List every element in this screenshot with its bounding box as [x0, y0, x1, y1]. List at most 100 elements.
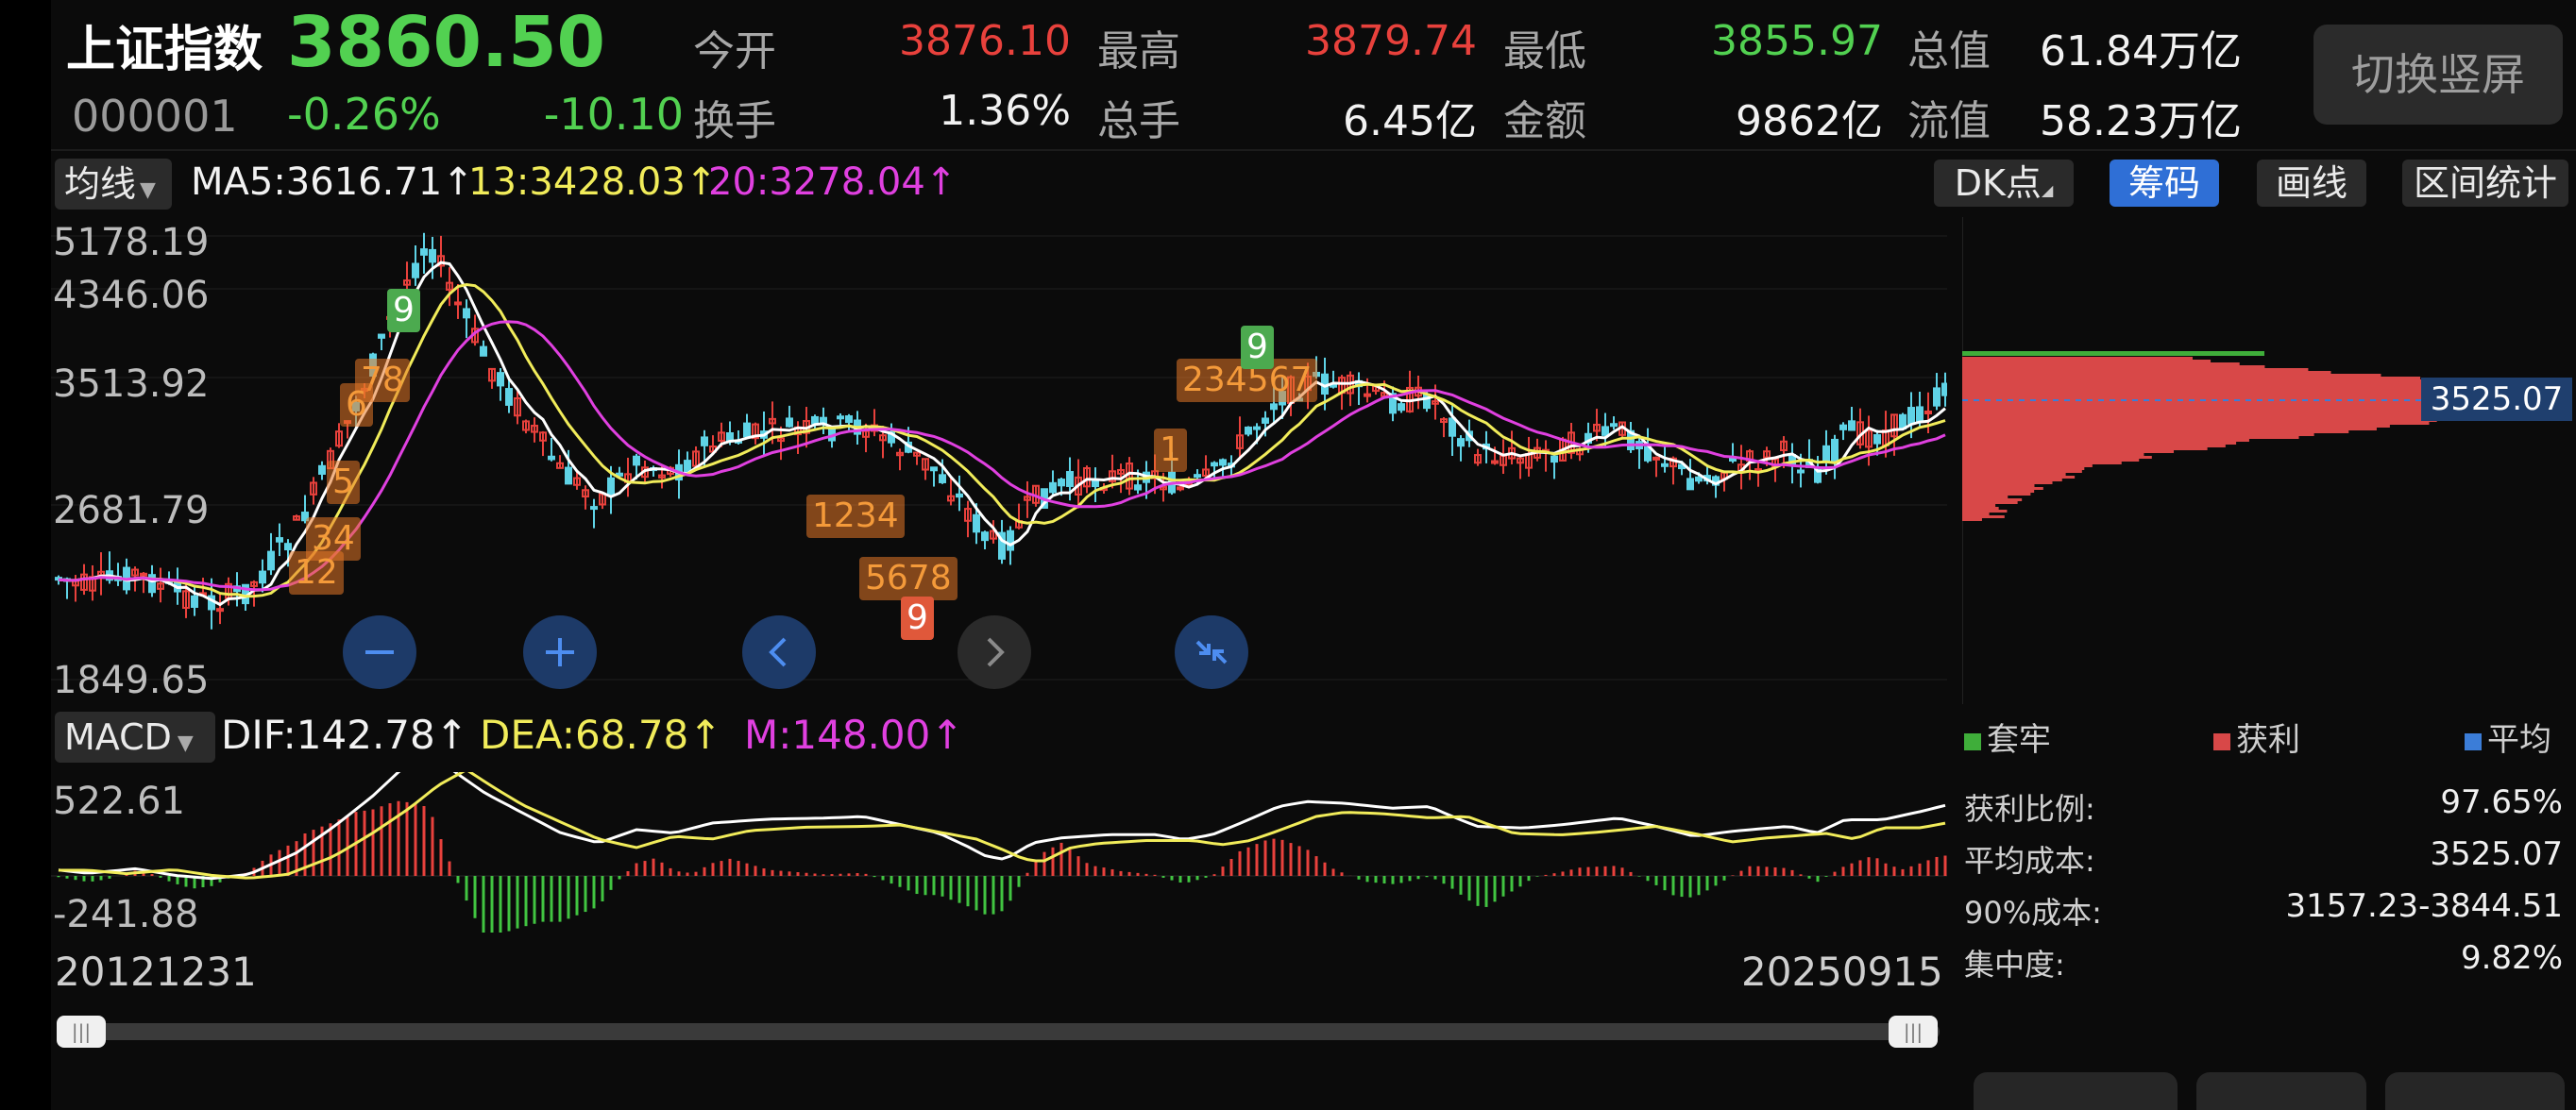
- candle-body: [1652, 456, 1660, 461]
- chip-profit-bar: [1962, 428, 2377, 430]
- index-code: 000001: [72, 91, 238, 142]
- dk-point-button[interactable]: DK点◢: [1934, 160, 2074, 207]
- candle-body: [386, 315, 394, 320]
- chip-profit-bar: [1962, 456, 2152, 459]
- candle-body: [1313, 371, 1320, 378]
- macd-indicator-label: MACD: [64, 716, 172, 758]
- switch-portrait-button[interactable]: 切换竖屏: [2313, 25, 2563, 125]
- range-stats-button[interactable]: 区间统计: [2402, 160, 2568, 207]
- collapse-button[interactable]: [1175, 615, 1248, 689]
- stat-value-turnover: 1.36%: [939, 87, 1071, 135]
- stat-value-high: 3879.74: [1305, 17, 1477, 65]
- chip-profit-bar: [1962, 442, 2237, 445]
- chip-profit-bar: [1962, 374, 2381, 377]
- candle-body: [701, 436, 708, 446]
- chip-profit-bar: [1962, 360, 2212, 362]
- bottom-button-partial[interactable]: [2385, 1072, 2565, 1110]
- chip-profit-bar: [1962, 385, 2484, 388]
- candle-body: [1253, 426, 1261, 430]
- candle-body: [590, 506, 598, 511]
- candle-body: [1602, 426, 1609, 436]
- candle-body: [1457, 438, 1465, 447]
- candle-body: [344, 420, 351, 425]
- bottom-button-partial[interactable]: [2196, 1072, 2366, 1110]
- stat-label-volume: 总手: [1097, 97, 1180, 145]
- ma-indicator-label: 均线: [64, 163, 137, 205]
- macd-axis-label: -241.88: [53, 893, 199, 936]
- index-name: 上证指数: [66, 22, 263, 78]
- price-axis-label: 1849.65: [53, 659, 210, 702]
- scrollbar-left-handle[interactable]: |||: [57, 1016, 106, 1048]
- candle-body: [1839, 424, 1847, 430]
- candle-body: [633, 455, 640, 466]
- green-square-icon: [1964, 733, 1981, 750]
- chip-profit-bar: [1962, 498, 2023, 501]
- candle-body: [1134, 484, 1142, 491]
- candle-body: [1822, 445, 1830, 462]
- chip-button[interactable]: 筹码: [2110, 160, 2219, 207]
- ma-indicator-select[interactable]: 均线 ▼: [55, 159, 172, 210]
- stat-value-open: 3876.10: [899, 17, 1071, 65]
- candle-body: [505, 388, 513, 406]
- pan-left-button[interactable]: [742, 615, 816, 689]
- candle-body: [191, 595, 198, 608]
- blue-square-icon: [2465, 733, 2482, 750]
- candle-body: [1610, 423, 1618, 428]
- chip-profit-bar: [1962, 413, 2493, 416]
- chip-price-label: 3525.07: [2421, 378, 2572, 421]
- macd-axis-label: 522.61: [53, 780, 185, 823]
- candle-body: [1262, 417, 1269, 424]
- candle-body: [726, 431, 734, 442]
- candle-body: [140, 572, 147, 577]
- start-date: 20121231: [55, 949, 257, 995]
- range-scrollbar[interactable]: [60, 1023, 1940, 1040]
- chip-profit-bar: [1962, 501, 2018, 504]
- candle-body: [1364, 393, 1371, 397]
- stat-label-low: 最低: [1503, 27, 1586, 76]
- zoom-in-button[interactable]: [523, 615, 597, 689]
- chip-profit-bar: [1962, 513, 1990, 515]
- candle-body: [1219, 459, 1227, 466]
- candle-body: [1066, 471, 1074, 487]
- chip-profit-bar: [1962, 490, 2035, 493]
- bottom-button-partial[interactable]: [1974, 1072, 2178, 1110]
- candle-body: [259, 570, 266, 584]
- stat-label-amount: 金额: [1503, 97, 1586, 145]
- draw-line-button[interactable]: 画线: [2257, 160, 2366, 207]
- candle-body: [1916, 406, 1924, 423]
- chip-profit-bar: [1962, 425, 2390, 428]
- chip-profit-bar: [1962, 377, 2421, 379]
- chip-profit-bar: [1962, 493, 2031, 496]
- candle-body: [981, 531, 989, 542]
- zoom-out-button[interactable]: [343, 615, 416, 689]
- candle-body: [565, 466, 572, 485]
- pan-right-button[interactable]: [958, 615, 1031, 689]
- candle-body: [1194, 474, 1201, 479]
- chip-profit-bar: [1962, 462, 2122, 464]
- chip-profit-bar: [1962, 515, 2005, 518]
- kline-screen: 上证指数 3860.50 000001 -0.26% -10.10 今开 387…: [51, 0, 2576, 1110]
- candle-body: [786, 417, 793, 428]
- candle-body: [276, 537, 283, 543]
- candle-body: [1797, 469, 1805, 474]
- candle-body: [497, 372, 504, 387]
- chip-profit-bar: [1962, 467, 2085, 470]
- stat-label-total-value: 总值: [1907, 27, 1991, 76]
- candle-body: [548, 455, 555, 461]
- candle-body: [267, 550, 275, 571]
- collapse-arrows-icon: [1195, 640, 1228, 664]
- header-divider: [51, 149, 2576, 151]
- chip-profit-bar: [1962, 365, 2265, 368]
- red-square-icon: [2213, 733, 2230, 750]
- candle-body: [429, 248, 436, 263]
- candle-body: [1661, 462, 1669, 467]
- candle-body: [1058, 479, 1065, 487]
- candle-body: [973, 513, 980, 533]
- candle-body: [1933, 387, 1940, 407]
- scrollbar-right-handle[interactable]: |||: [1889, 1016, 1938, 1048]
- chip-distribution-chart: [1962, 217, 2567, 704]
- stat-value-low: 3855.97: [1711, 17, 1883, 65]
- macd-indicator-select[interactable]: MACD ▼: [55, 712, 215, 763]
- stat-value-total-value: 61.84万亿: [2040, 27, 2242, 76]
- chip-trapped-bar: [1962, 351, 2264, 356]
